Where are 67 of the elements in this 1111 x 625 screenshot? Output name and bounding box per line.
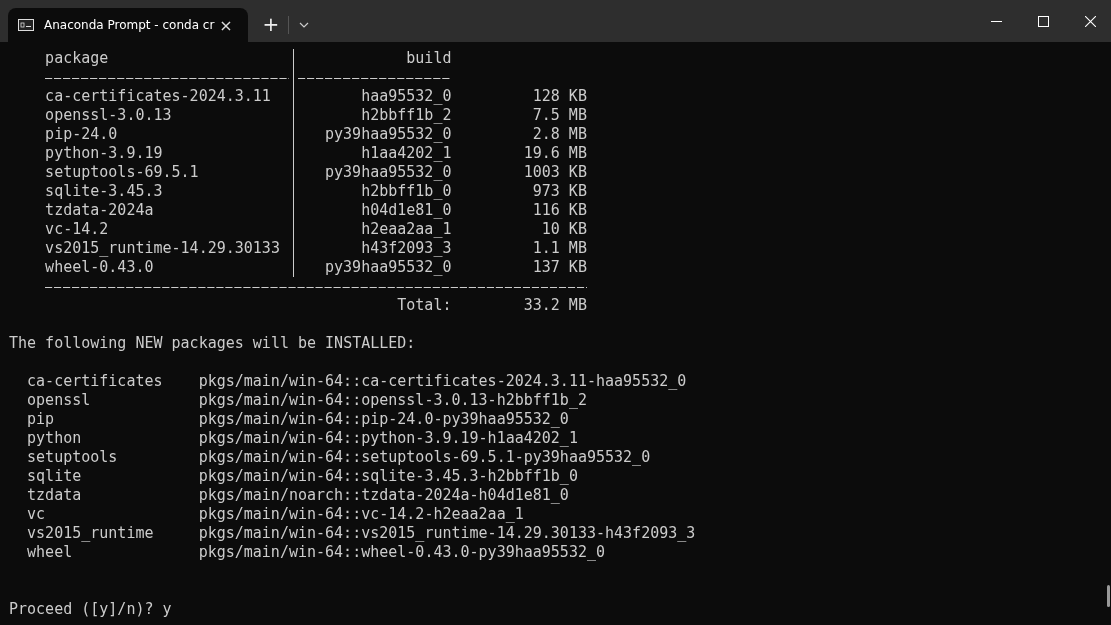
package-name: openssl-3.0.13 xyxy=(45,106,173,125)
package-name: vc-14.2 xyxy=(45,220,110,239)
package-name: sqlite xyxy=(27,467,83,486)
package-name: tzdata-2024a xyxy=(45,201,155,220)
package-spec: pkgs/main/win-64::sqlite-3.45.3-h2bbff1b_0 xyxy=(198,467,578,486)
package-size: 10 KB xyxy=(540,220,587,239)
tab-close-button[interactable]: × xyxy=(216,15,236,35)
package-name: setuptools-69.5.1 xyxy=(45,163,200,182)
package-spec: pkgs/main/win-64::vc-14.2-h2eaa2aa_1 xyxy=(198,505,524,524)
package-name: wheel xyxy=(27,543,74,562)
build-string: h2bbff1b_0 xyxy=(360,182,452,201)
package-size: 1.1 MB xyxy=(531,239,587,258)
package-name: ca-certificates xyxy=(27,372,164,391)
total-label: Total: xyxy=(396,296,452,315)
package-size: 19.6 MB xyxy=(522,144,587,163)
package-name: vs2015_runtime-14.29.30133 xyxy=(45,239,281,258)
minimize-icon[interactable] xyxy=(991,20,1002,22)
package-size: 137 KB xyxy=(531,258,587,277)
build-string: h1aa4202_1 xyxy=(360,144,452,163)
package-name: wheel-0.43.0 xyxy=(45,258,155,277)
build-string: h04d1e81_0 xyxy=(360,201,452,220)
package-name: setuptools xyxy=(27,448,119,467)
package-name: python-3.9.19 xyxy=(45,144,164,163)
package-name: vs2015_runtime xyxy=(27,524,155,543)
chevron-down-icon[interactable] xyxy=(299,22,309,28)
package-spec: pkgs/main/win-64::openssl-3.0.13-h2bbff1b_2 xyxy=(198,391,587,410)
package-name: pip xyxy=(27,410,56,429)
build-string: h2bbff1b_2 xyxy=(360,106,452,125)
close-icon[interactable] xyxy=(1085,15,1096,27)
maximize-icon[interactable] xyxy=(1038,15,1049,27)
build-string: haa95532_0 xyxy=(360,87,452,106)
package-name: pip-24.0 xyxy=(45,125,119,144)
package-name: vc xyxy=(27,505,47,524)
package-size: 2.8 MB xyxy=(531,125,587,144)
package-name: tzdata xyxy=(27,486,83,505)
install-message: The following NEW packages will be INSTALLED: xyxy=(9,334,416,353)
package-name: python xyxy=(27,429,83,448)
proceed-prompt: Proceed ([y]/n)? xyxy=(9,600,154,619)
package-spec: pkgs/main/win-64::vs2015_runtime-14.29.30133-h43f2093_3 xyxy=(198,524,696,543)
package-name: ca-certificates-2024.3.11 xyxy=(45,87,272,106)
package-spec: pkgs/main/win-64::setuptools-69.5.1-py39haa95532_0 xyxy=(198,448,651,467)
package-spec: pkgs/main/win-64::pip-24.0-py39haa95532_0 xyxy=(198,410,569,429)
package-spec: pkgs/main/win-64::wheel-0.43.0-py39haa95532_0 xyxy=(198,543,605,562)
package-size: 116 KB xyxy=(531,201,587,220)
package-name: sqlite-3.45.3 xyxy=(45,182,164,201)
column-header: build xyxy=(405,49,452,68)
build-string: py39haa95532_0 xyxy=(324,258,452,277)
package-size: 128 KB xyxy=(531,87,587,106)
package-size: 973 KB xyxy=(531,182,587,201)
package-size: 7.5 MB xyxy=(531,106,587,125)
tab-title: Anaconda Prompt - conda cr xyxy=(44,18,216,32)
column-header: package xyxy=(45,49,110,68)
prompt-answer: y xyxy=(162,600,172,619)
build-string: h2eaa2aa_1 xyxy=(360,220,452,239)
total-size: 33.2 MB xyxy=(522,296,587,315)
terminal-icon xyxy=(18,19,34,31)
scrollbar-thumb[interactable] xyxy=(1107,585,1110,607)
package-size: 1003 KB xyxy=(522,163,587,182)
package-spec: pkgs/main/win-64::python-3.9.19-h1aa4202_1 xyxy=(198,429,578,448)
package-spec: pkgs/main/noarch::tzdata-2024a-h04d1e81_0 xyxy=(198,486,569,505)
build-string: py39haa95532_0 xyxy=(324,125,452,144)
package-spec: pkgs/main/win-64::ca-certificates-2024.3.11-haa95532_0 xyxy=(198,372,687,391)
build-string: py39haa95532_0 xyxy=(324,163,452,182)
terminal-tab[interactable]: Anaconda Prompt - conda cr × xyxy=(8,8,248,42)
build-string: h43f2093_3 xyxy=(360,239,452,258)
package-name: openssl xyxy=(27,391,92,410)
new-tab-button[interactable]: + xyxy=(262,8,280,42)
